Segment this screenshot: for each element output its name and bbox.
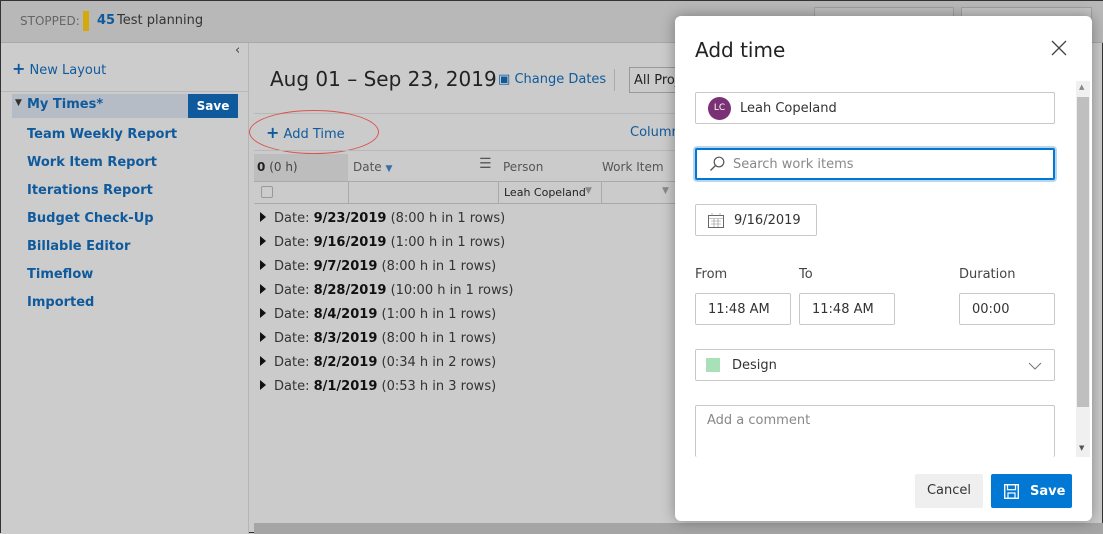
change-dates-button[interactable]: ▣ Change Dates [498, 72, 606, 87]
calendar-icon: ▣ [498, 72, 511, 87]
search-work-items-input[interactable]: Search work items [695, 148, 1055, 180]
close-icon[interactable] [1051, 40, 1067, 56]
to-label: To [799, 267, 813, 282]
save-layout-button[interactable]: Save [188, 94, 238, 118]
expand-icon [260, 380, 266, 390]
dialog-scrollbar[interactable]: ▲ ▼ [1076, 81, 1090, 457]
sidebar: ‹ + New Layout ▼ My Times* Save Team Wee… [1, 43, 249, 534]
group-row[interactable]: Date: 9/23/2019 (8:00 h in 1 rows) [260, 211, 505, 226]
sidebar-item-timeflow[interactable]: Timeflow [27, 267, 93, 282]
caret-down-icon: ▼ [15, 98, 22, 108]
date-value: 9/16/2019 [734, 212, 801, 228]
expand-icon [260, 356, 266, 366]
group-row[interactable]: Date: 8/4/2019 (1:00 h in 1 rows) [260, 307, 496, 322]
change-dates-label: Change Dates [514, 72, 607, 87]
column-header-person[interactable]: Person [503, 160, 543, 174]
group-row[interactable]: Date: 8/1/2019 (0:53 h in 3 rows) [260, 379, 496, 394]
sidebar-item-budget-check-up[interactable]: Budget Check-Up [27, 211, 154, 226]
plus-icon: + [12, 59, 26, 78]
to-time-input[interactable]: 11:48 AM [799, 293, 895, 325]
group-by-icon[interactable]: ☰ [479, 156, 492, 172]
expand-icon [260, 332, 266, 342]
column-header-work-item[interactable]: Work Item [602, 160, 664, 174]
expand-icon [260, 308, 266, 318]
calendar-icon [708, 212, 724, 228]
group-row[interactable]: Date: 8/2/2019 (0:34 h in 2 rows) [260, 355, 496, 370]
my-times-label: My Times* [27, 97, 104, 112]
expand-icon [260, 236, 266, 246]
date-picker[interactable]: 9/16/2019 [695, 204, 817, 236]
expand-icon [260, 284, 266, 294]
timer-item-title: Test planning [117, 13, 204, 28]
duration-label: Duration [959, 267, 1016, 282]
group-row[interactable]: Date: 9/16/2019 (1:00 h in 1 rows) [260, 235, 505, 250]
comment-textarea[interactable]: Add a comment [695, 405, 1055, 457]
group-row[interactable]: Date: 9/7/2019 (8:00 h in 1 rows) [260, 259, 496, 274]
sidebar-item-billable-editor[interactable]: Billable Editor [27, 239, 130, 254]
search-icon [710, 156, 725, 171]
filter-dropdown-icon[interactable]: ▼ [585, 186, 592, 196]
sidebar-item-my-times[interactable]: ▼ My Times* Save [12, 94, 238, 118]
search-placeholder: Search work items [733, 156, 854, 172]
filter-row: Leah Copeland ▼ ▼ [254, 181, 684, 204]
save-button[interactable]: Save [991, 474, 1072, 508]
avatar: LC [708, 96, 731, 120]
person-field[interactable]: LC Leah Copeland [695, 92, 1055, 124]
person-name: Leah Copeland [740, 100, 837, 116]
save-label: Save [1030, 483, 1066, 499]
person-filter[interactable]: Leah Copeland [504, 186, 586, 199]
sidebar-item-team-weekly-report[interactable]: Team Weekly Report [27, 127, 177, 142]
category-select[interactable]: Design [695, 349, 1055, 381]
category-label: Design [732, 357, 777, 373]
collapse-sidebar-icon[interactable]: ‹ [235, 43, 240, 58]
status-indicator [83, 11, 89, 31]
comment-placeholder: Add a comment [707, 413, 811, 428]
save-icon [1004, 483, 1019, 499]
cancel-button[interactable]: Cancel [915, 474, 983, 508]
new-layout-label: New Layout [29, 63, 107, 78]
filter-dropdown-icon[interactable]: ▼ [662, 186, 669, 196]
new-layout-button[interactable]: + New Layout [12, 59, 106, 78]
column-header-date[interactable]: Date ▼ [353, 160, 392, 174]
expand-icon [260, 260, 266, 270]
group-row[interactable]: Date: 8/3/2019 (8:00 h in 1 rows) [260, 331, 496, 346]
chevron-down-icon [1028, 362, 1042, 370]
dialog-title: Add time [695, 38, 786, 62]
group-row[interactable]: Date: 8/28/2019 (10:00 h in 1 rows) [260, 283, 513, 298]
duration-input[interactable]: 00:00 [959, 293, 1055, 325]
date-range-title: Aug 01 – Sep 23, 2019 [270, 67, 497, 91]
grid-total: 0 (0 h) [254, 154, 348, 181]
expand-icon [260, 212, 266, 222]
from-label: From [695, 267, 728, 282]
timer-item-id[interactable]: 45 [97, 13, 115, 28]
sort-desc-icon: ▼ [385, 164, 393, 174]
columns-button[interactable]: Column [630, 125, 680, 140]
sidebar-item-imported[interactable]: Imported [27, 295, 94, 310]
timer-status: STOPPED: [20, 14, 80, 28]
sidebar-item-work-item-report[interactable]: Work Item Report [27, 155, 157, 170]
sidebar-item-iterations-report[interactable]: Iterations Report [27, 183, 153, 198]
from-time-input[interactable]: 11:48 AM [695, 293, 791, 325]
category-color-swatch [706, 358, 720, 372]
highlight-circle [249, 110, 379, 154]
select-all-checkbox[interactable] [261, 186, 273, 198]
add-time-dialog: Add time ▲ ▼ LC Leah Copeland Search wor… [675, 16, 1092, 521]
horizontal-scrollbar[interactable] [254, 523, 1103, 534]
